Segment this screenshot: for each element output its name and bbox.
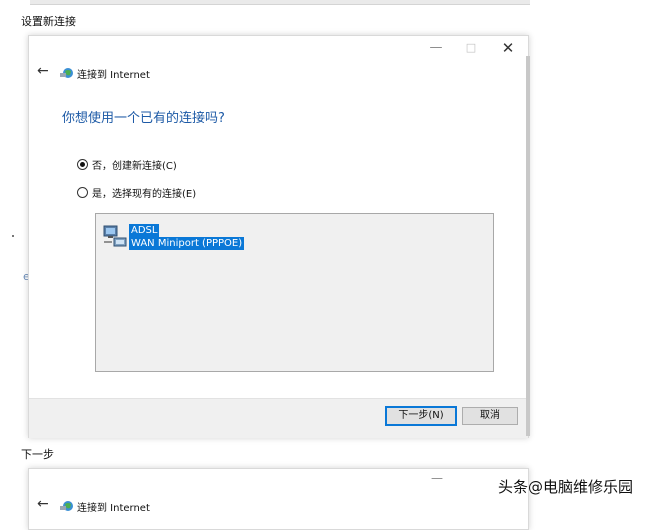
back-arrow-icon[interactable]: ← — [37, 63, 49, 79]
connection-device: WAN Miniport (PPPOE) — [129, 237, 245, 250]
page-question: 你想使用一个已有的连接吗? — [62, 111, 225, 126]
radio-unselected-icon[interactable] — [77, 187, 88, 198]
option-use-existing[interactable]: 是，选择现有的连接(E) — [77, 185, 196, 200]
option-label: 是，选择现有的连接(E) — [92, 189, 197, 200]
cancel-button[interactable]: 取消 — [462, 407, 518, 425]
minimize-button[interactable]: — — [422, 38, 450, 58]
minimize-button[interactable]: — — [431, 471, 443, 485]
connect-dialog-second: — ← 连接到 Internet — [28, 468, 529, 530]
option-label: 否，创建新连接(C) — [92, 161, 177, 172]
network-globe-icon — [60, 501, 73, 511]
watermark-text: 头条@电脑维修乐园 — [498, 478, 634, 496]
network-connection-icon — [103, 225, 127, 247]
previous-window-edge — [30, 0, 530, 5]
connection-list-item[interactable]: ADSL WAN Miniport (PPPOE) — [129, 224, 245, 250]
dialog-footer: 下一步(N) 取消 — [29, 398, 528, 438]
network-globe-icon — [60, 68, 73, 78]
connection-name: ADSL — [129, 224, 160, 237]
connection-list[interactable]: ADSL WAN Miniport (PPPOE) — [95, 213, 494, 372]
next-button[interactable]: 下一步(N) — [385, 406, 457, 426]
breadcrumb: 连接到 Internet — [77, 70, 150, 81]
connect-dialog: — □ ✕ ← 连接到 Internet 你想使用一个已有的连接吗? 否，创建新… — [28, 35, 529, 438]
window-shadow-edge — [526, 56, 530, 436]
maximize-button[interactable]: □ — [457, 38, 485, 58]
breadcrumb: 连接到 Internet — [77, 503, 150, 514]
close-button[interactable]: ✕ — [494, 38, 522, 58]
step-caption-setup: 设置新连接 — [21, 15, 76, 28]
step-caption-next: 下一步 — [21, 448, 54, 461]
stray-dot — [12, 235, 14, 237]
option-create-new[interactable]: 否，创建新连接(C) — [77, 157, 177, 172]
radio-selected-icon[interactable] — [77, 159, 88, 170]
